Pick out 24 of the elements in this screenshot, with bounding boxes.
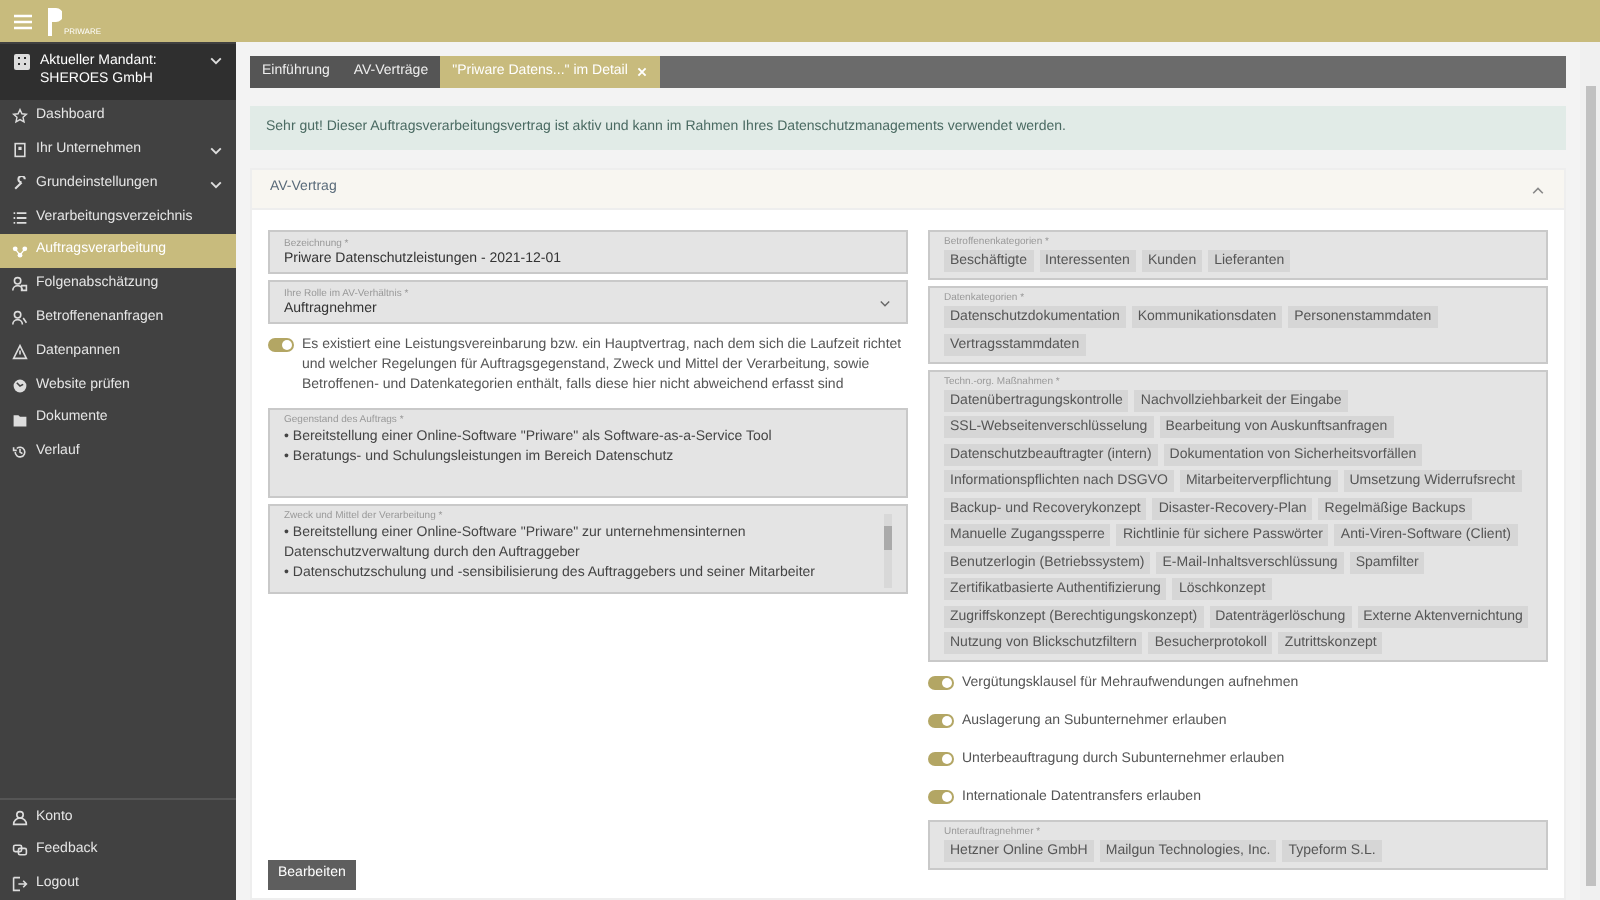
- toggle-switch[interactable]: [928, 714, 954, 728]
- nodes-icon: [12, 243, 28, 260]
- person-icon: [12, 310, 28, 327]
- list-icon: [12, 209, 28, 226]
- toggle-switch[interactable]: [928, 752, 954, 766]
- star-icon: [12, 108, 28, 125]
- person-icon: [12, 276, 28, 293]
- scrollbar[interactable]: [884, 514, 892, 588]
- close-icon[interactable]: [635, 66, 648, 78]
- chip-field[interactable]: [928, 369, 1548, 662]
- folder-icon: [12, 411, 28, 428]
- logo-icon: [48, 7, 62, 35]
- warning-icon: [12, 343, 28, 360]
- chevron-down-icon: [208, 52, 224, 68]
- menu-icon[interactable]: [14, 13, 32, 29]
- badge-icon: [12, 142, 28, 159]
- person-icon: [12, 809, 28, 826]
- chevron-down-icon: [878, 295, 892, 309]
- toggle-switch[interactable]: [928, 676, 954, 690]
- logout-icon: [12, 875, 28, 892]
- history-icon: [12, 444, 28, 461]
- chat-icon: [12, 842, 28, 859]
- toggle-switch[interactable]: [928, 790, 954, 804]
- toggle-switch[interactable]: [268, 338, 294, 352]
